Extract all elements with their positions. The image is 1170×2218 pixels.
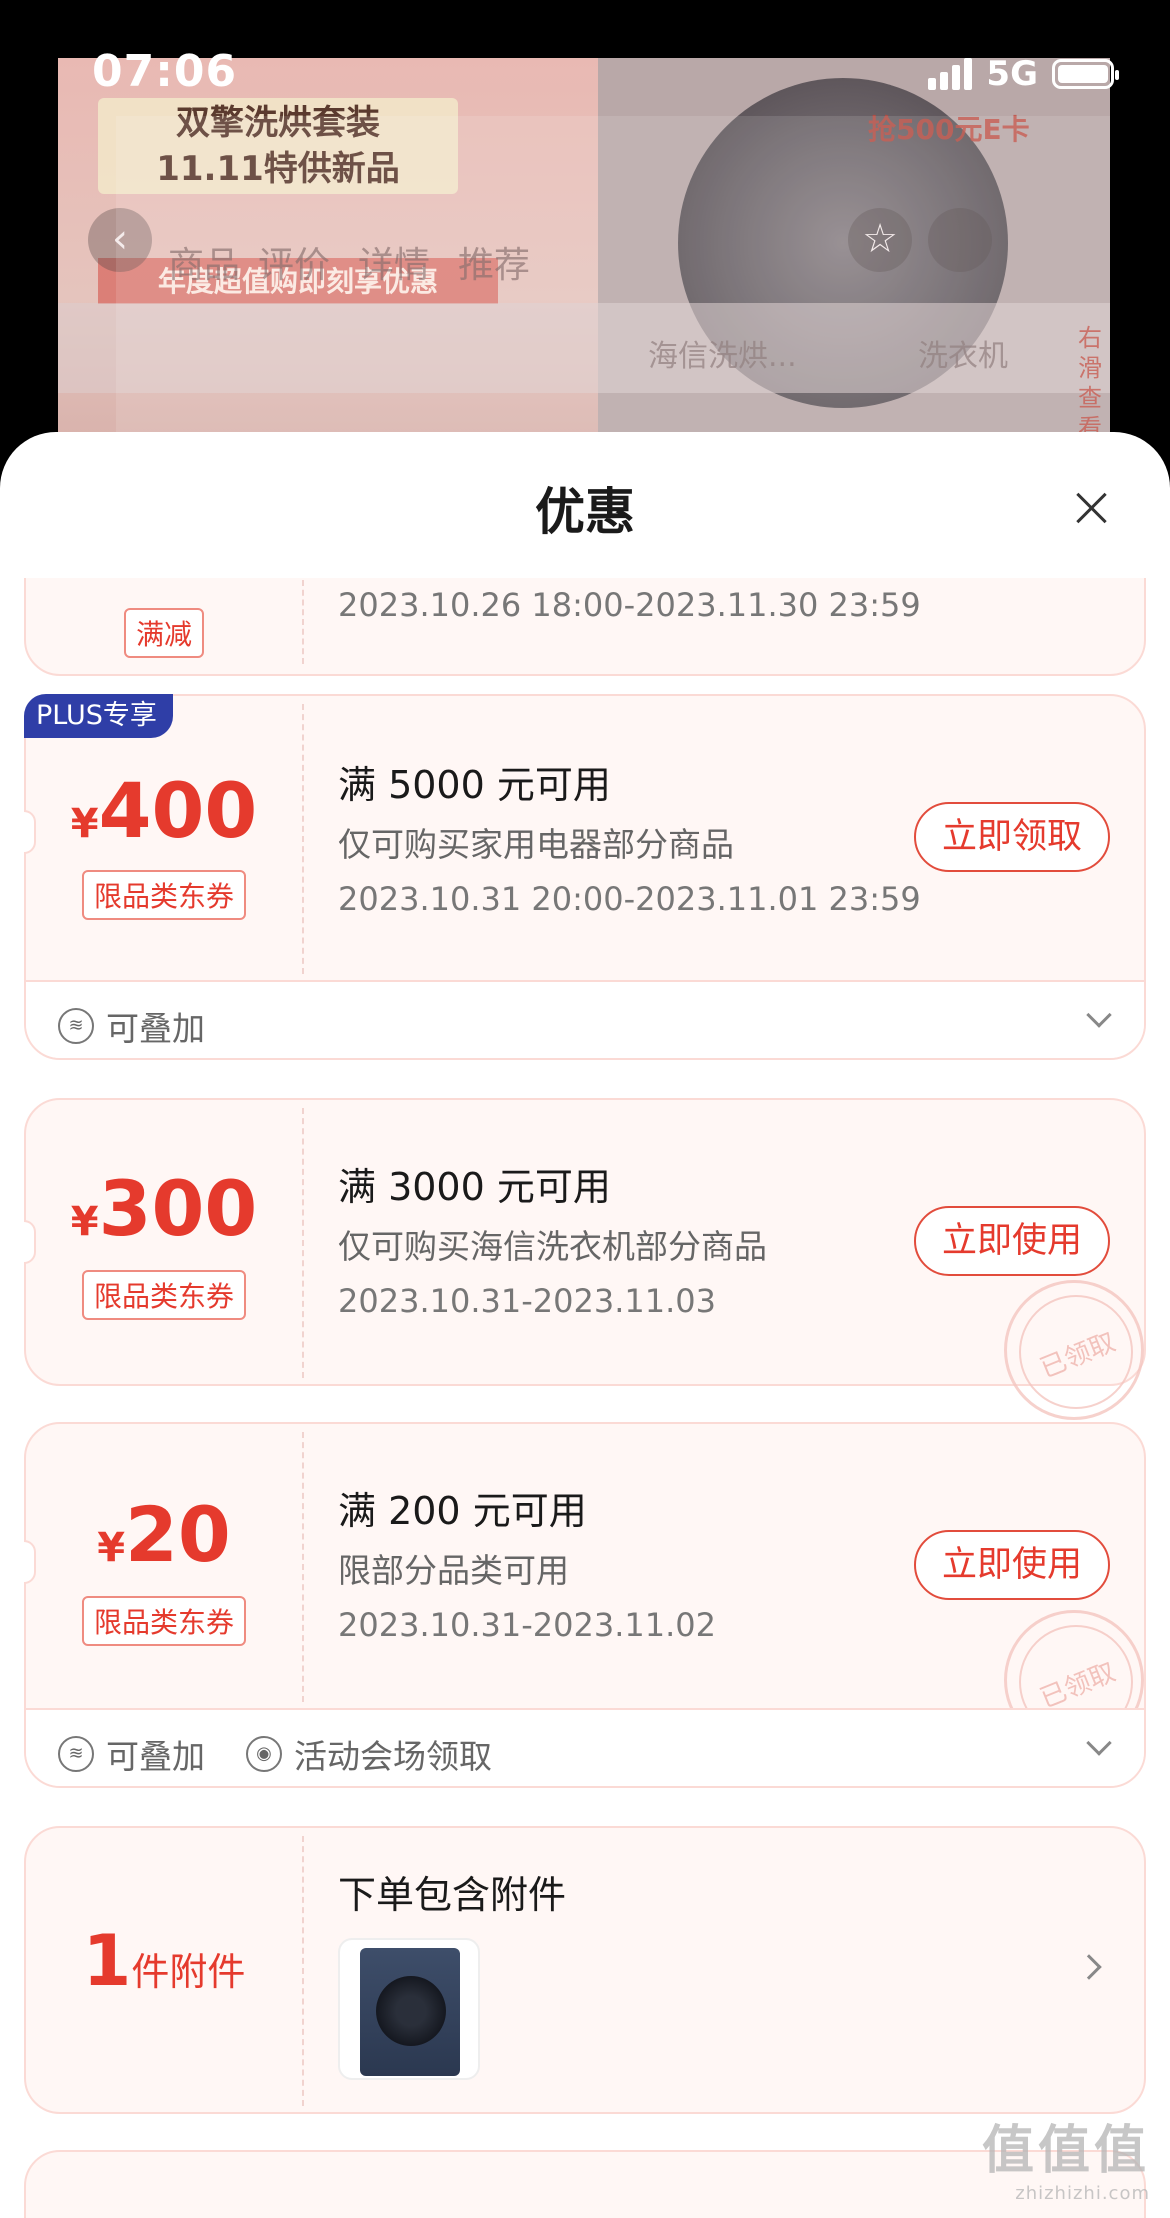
coupon-amount: ¥300	[70, 1164, 258, 1253]
stack-icon: ≋	[58, 1008, 94, 1044]
claimed-stamp: 已领取	[1004, 1280, 1144, 1420]
stackable-label: ≋ 可叠加	[58, 1730, 205, 1778]
coupon-amount: ¥400	[70, 766, 258, 855]
status-icons: 5G	[928, 54, 1119, 94]
accessory-thumbnail	[338, 1938, 480, 2080]
accessory-card[interactable]: 1件附件 下单包含附件	[24, 1826, 1146, 2114]
coupon-title: 满 3000 元可用	[338, 1165, 611, 1209]
plus-badge: PLUS专享	[24, 694, 173, 738]
status-time: 07:06	[92, 46, 238, 97]
stackable-label: ≋ 可叠加	[58, 1002, 205, 1050]
coupon-card-20: ¥20 限品类东券 满 200 元可用 限部分品类可用 2023.10.31-2…	[24, 1422, 1146, 1788]
use-now-button[interactable]: 立即使用	[914, 1530, 1110, 1600]
coupon-tag: 满减	[123, 608, 205, 658]
coupon-tag: 限品类东券	[81, 870, 247, 920]
coupon-tag: 限品类东券	[81, 1270, 247, 1320]
close-icon[interactable]	[1070, 486, 1114, 530]
coupon-date: 2023.10.26 18:00-2023.11.30 23:59	[338, 586, 921, 624]
coupon-title: 满 200 元可用	[338, 1489, 587, 1533]
coupon-title: 满 5000 元可用	[338, 763, 611, 807]
venue-claim-label: ◉ 活动会场领取	[246, 1730, 492, 1778]
chevron-right-icon[interactable]	[1076, 1954, 1102, 1980]
background-product-page: 双擎洗烘套装 11.11特供新品 年度超值购即刻享优惠 ‹ ☆ 商品 评价 详情…	[58, 58, 1110, 458]
coupon-card-400: PLUS专享 ¥400 限品类东券 满 5000 元可用 仅可购买家用电器部分商…	[24, 694, 1146, 1060]
coupon-date: 2023.10.31-2023.11.03	[338, 1282, 716, 1320]
claim-now-button[interactable]: 立即领取	[914, 802, 1110, 872]
coupon-desc: 仅可购买家用电器部分商品	[338, 825, 734, 864]
coupon-list[interactable]: 满减 2023.10.26 18:00-2023.11.30 23:59 PLU…	[0, 578, 1170, 2218]
sheet-title: 优惠	[535, 483, 635, 541]
chevron-down-icon[interactable]	[1086, 1002, 1112, 1028]
coupon-desc: 仅可购买海信洗衣机部分商品	[338, 1227, 767, 1266]
coupon-amount: ¥20	[97, 1490, 231, 1579]
coupon-date: 2023.10.31 20:00-2023.11.01 23:59	[338, 880, 921, 918]
coupon-card-next	[24, 2150, 1146, 2218]
chevron-down-icon[interactable]	[1086, 1730, 1112, 1756]
coupon-card-full-reduction: 满减 2023.10.26 18:00-2023.11.30 23:59	[24, 578, 1146, 676]
coupon-card-300: ¥300 限品类东券 满 3000 元可用 仅可购买海信洗衣机部分商品 2023…	[24, 1098, 1146, 1420]
accessory-title: 下单包含附件	[338, 1873, 567, 1917]
watermark: 值值值 zhizhizhi.com	[981, 2121, 1150, 2204]
coupon-date: 2023.10.31-2023.11.02	[338, 1606, 716, 1644]
stack-icon: ≋	[58, 1736, 94, 1772]
coupon-desc: 限部分品类可用	[338, 1551, 569, 1590]
accessory-count: 1件附件	[82, 1920, 246, 2002]
venue-icon: ◉	[246, 1736, 282, 1772]
network-label: 5G	[986, 54, 1038, 94]
use-now-button[interactable]: 立即使用	[914, 1206, 1110, 1276]
coupon-footer: ≋ 可叠加	[26, 980, 1144, 1058]
coupon-tag: 限品类东券	[81, 1596, 247, 1646]
coupon-footer: ≋ 可叠加 ◉ 活动会场领取	[26, 1708, 1144, 1786]
signal-icon	[928, 58, 973, 90]
discount-sheet: 优惠 满减 2023.10.26 18:00-2023.11.30 23:59 …	[0, 432, 1170, 2218]
battery-icon	[1052, 59, 1119, 89]
